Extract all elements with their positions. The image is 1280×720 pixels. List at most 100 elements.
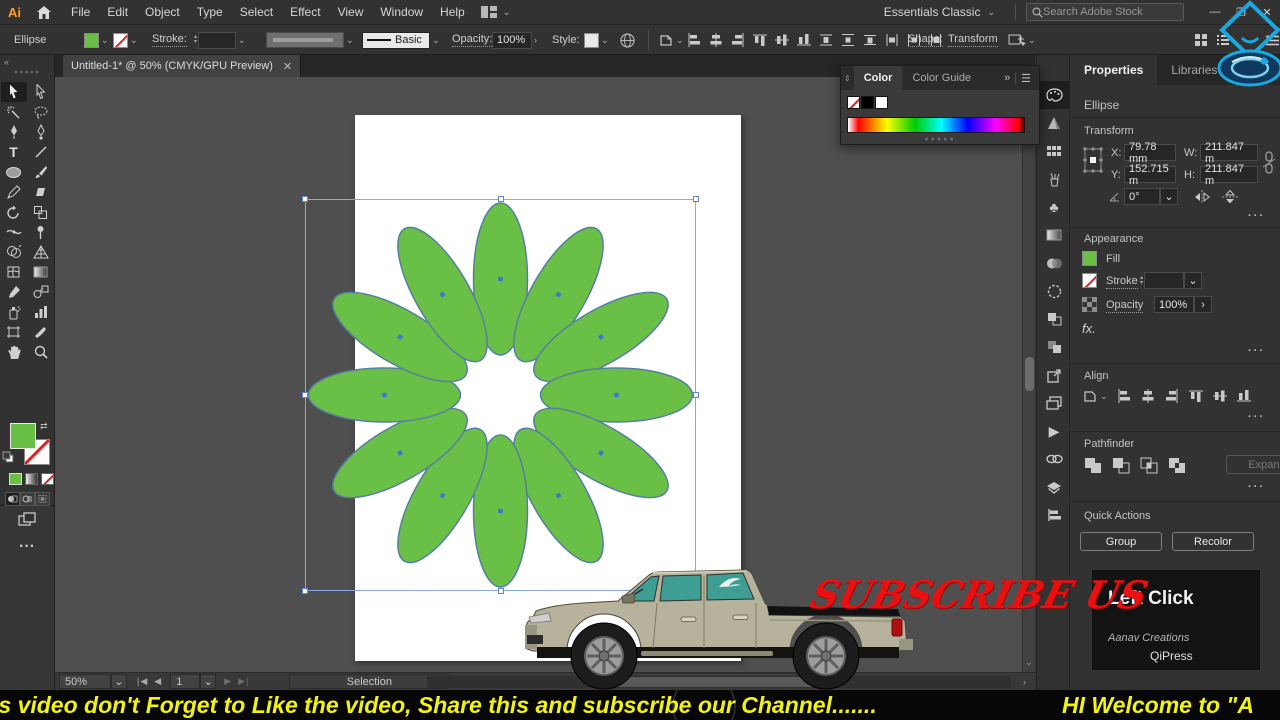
hand-tool[interactable] (1, 342, 27, 362)
align-vcenter-icon[interactable] (1212, 388, 1228, 404)
curvature-tool[interactable] (28, 122, 54, 142)
brushes-panel-icon[interactable] (1037, 165, 1071, 193)
stroke-weight-control[interactable]: ▴ ▾ ⌄ (194, 25, 246, 55)
gradient-button[interactable] (25, 473, 38, 485)
pen-tool[interactable] (1, 122, 27, 142)
arrange-documents-icon[interactable]: ⌄ (480, 6, 510, 18)
perspective-grid-tool[interactable] (28, 242, 54, 262)
width-tool[interactable] (1, 222, 27, 242)
stroke-color-control[interactable]: ⌄ (113, 25, 138, 55)
color-spectrum-bar[interactable] (847, 117, 1025, 133)
draw-inside-mode[interactable] (35, 492, 50, 506)
eraser-tool[interactable] (28, 182, 54, 202)
selection-handle-nw[interactable] (302, 196, 308, 202)
gradient-tool[interactable] (28, 262, 54, 282)
line-segment-tool[interactable] (28, 142, 54, 162)
appearance-fill-swatch[interactable] (1082, 251, 1097, 266)
lasso-tool[interactable] (28, 102, 54, 122)
draw-normal-mode[interactable] (5, 492, 20, 506)
transparency-panel-icon[interactable] (1037, 249, 1071, 277)
swatch-white[interactable] (875, 96, 888, 109)
align-right-icon[interactable] (730, 32, 746, 48)
fill-swatch[interactable] (84, 32, 99, 48)
align-left-icon[interactable] (686, 32, 702, 48)
tab-properties[interactable]: Properties (1070, 55, 1158, 85)
pathfinder-intersect-icon[interactable] (1140, 457, 1158, 474)
stroke-unit-dropdown-icon[interactable]: ⌄ (1184, 272, 1203, 289)
color-button[interactable] (9, 473, 22, 485)
align-hcenter-icon[interactable] (1140, 388, 1156, 404)
align-more-options[interactable]: ··· (1248, 411, 1265, 423)
scroll-right-icon[interactable]: › (1023, 677, 1027, 687)
swatch-none[interactable] (847, 96, 860, 109)
selection-handle-n[interactable] (497, 196, 504, 202)
stroke-label[interactable]: Stroke (1106, 275, 1138, 289)
rotation-field[interactable]: 0° (1124, 188, 1160, 205)
opacity-expand-icon[interactable]: › (1194, 296, 1212, 313)
document-tab[interactable]: Untitled-1* @ 50% (CMYK/GPU Preview) ✕ (63, 55, 302, 77)
fx-button[interactable]: fx. (1082, 321, 1096, 336)
direct-selection-tool[interactable] (28, 82, 54, 102)
change-screen-mode-icon[interactable] (18, 512, 36, 527)
fill-color-control[interactable]: ⌄ (84, 25, 109, 55)
y-field[interactable]: 152.715 m (1124, 163, 1176, 187)
swatches-panel-icon[interactable] (1037, 137, 1071, 165)
shape-builder-tool[interactable] (1, 242, 27, 262)
group-button[interactable]: Group (1080, 532, 1162, 551)
menu-view[interactable]: View (338, 5, 364, 19)
align-to-dropdown-panel[interactable]: ⌄ (1082, 388, 1108, 404)
distribute-bottom-icon[interactable] (862, 32, 878, 48)
swap-fill-stroke-icon[interactable]: ⇄ (40, 421, 48, 432)
layers-panel-icon[interactable] (1037, 473, 1071, 501)
panel-drag-handle[interactable]: ●●●●● (14, 69, 40, 76)
slice-tool[interactable] (28, 322, 54, 342)
align-to-dropdown[interactable]: ⌄ (658, 25, 684, 55)
menu-file[interactable]: File (71, 5, 90, 19)
reference-point-locator[interactable] (1082, 145, 1104, 175)
distribute-top-icon[interactable] (818, 32, 834, 48)
appearance-more-options[interactable]: ··· (1248, 345, 1265, 357)
tab-color-guide[interactable]: Color Guide (902, 72, 981, 84)
stroke-stepper-icon[interactable]: ▴ ▾ (1140, 275, 1143, 286)
width-profile-dropdown[interactable]: ⌄ (266, 25, 354, 55)
draw-behind-mode[interactable] (20, 492, 35, 506)
align-right-icon[interactable] (1164, 388, 1180, 404)
constrain-proportions-icon[interactable] (1262, 151, 1276, 175)
menu-effect[interactable]: Effect (290, 5, 320, 19)
vertical-scroll-thumb[interactable] (1025, 357, 1034, 391)
touch-workspace-icon[interactable] (1194, 25, 1208, 55)
panel-collapse-icon[interactable]: ⇕ (841, 74, 854, 83)
opacity-field[interactable]: 100% (492, 31, 532, 49)
opacity-control[interactable]: 100% › (492, 25, 537, 55)
document-setup-globe-icon[interactable] (620, 25, 635, 55)
style-swatch[interactable] (584, 32, 599, 48)
align-panel-icon[interactable] (1037, 501, 1071, 529)
appearance-stroke-swatch[interactable] (1082, 273, 1097, 288)
align-vcenter-icon[interactable] (774, 32, 790, 48)
align-top-icon[interactable] (1188, 388, 1204, 404)
zoom-level[interactable]: 50% (59, 674, 111, 689)
pathfinder-panel-icon[interactable] (1037, 305, 1071, 333)
last-artboard-icon[interactable]: ▶| (238, 676, 249, 687)
stroke-weight-label[interactable]: Stroke: (152, 25, 187, 55)
isolate-selection-icon[interactable]: ⌄ (1008, 25, 1036, 55)
actions-panel-icon[interactable]: ▶ (1037, 417, 1071, 445)
tab-color[interactable]: Color (853, 66, 903, 90)
shaper-tool[interactable] (1, 182, 27, 202)
menu-window[interactable]: Window (380, 5, 423, 19)
selection-handle-ne[interactable] (693, 196, 699, 202)
color-panel-icon[interactable] (1037, 81, 1071, 109)
selection-tool[interactable] (0, 82, 27, 102)
paintbrush-tool[interactable] (28, 162, 54, 182)
transform-more-options[interactable]: ··· (1248, 210, 1265, 222)
column-graph-tool[interactable] (28, 302, 54, 322)
none-button[interactable] (41, 473, 54, 485)
style-control[interactable]: ⌄ (584, 25, 609, 55)
stroke-swatch[interactable] (113, 32, 128, 48)
tab-close-icon[interactable]: ✕ (283, 60, 292, 73)
swatch-black[interactable] (861, 96, 874, 109)
pathfinder-minus-front-icon[interactable] (1112, 457, 1130, 474)
align-left-icon[interactable] (1116, 388, 1132, 404)
type-tool[interactable]: T (1, 142, 27, 162)
stock-search[interactable] (1026, 3, 1184, 21)
